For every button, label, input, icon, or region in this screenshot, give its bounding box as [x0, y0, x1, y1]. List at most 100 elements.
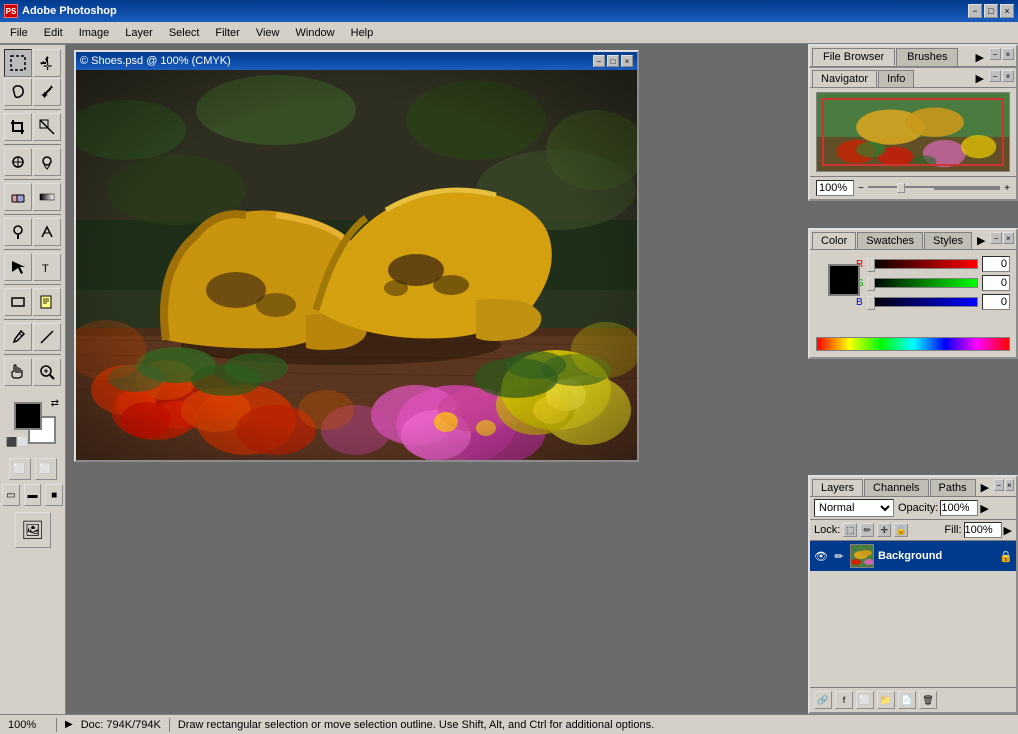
tool-dodge[interactable]	[4, 218, 32, 246]
tool-healing[interactable]	[4, 148, 32, 176]
navigator-close[interactable]: ×	[1002, 70, 1014, 82]
quick-mask-btn[interactable]: ⬜	[35, 458, 57, 480]
layers-minimize[interactable]: −	[994, 479, 1003, 491]
lock-all-btn[interactable]: 🔒	[894, 523, 908, 537]
layer-delete-btn[interactable]: 🗑	[919, 691, 937, 709]
tool-magic-wand[interactable]: ✦	[33, 78, 61, 106]
zoom-out-btn[interactable]: −	[858, 183, 864, 194]
menu-file[interactable]: File	[2, 25, 36, 41]
fill-arrow[interactable]: ▶	[1004, 524, 1012, 537]
navigator-menu[interactable]: ▶	[972, 70, 988, 87]
layers-menu[interactable]: ▶	[977, 479, 993, 496]
navigator-minimize[interactable]: −	[989, 70, 1001, 82]
full-screen-btn[interactable]: ■	[45, 484, 63, 506]
jump-imageready-btn[interactable]: 🖼	[15, 512, 51, 548]
tool-text[interactable]: T	[33, 253, 61, 281]
g-value[interactable]: 0	[982, 275, 1010, 291]
tool-gradient[interactable]	[33, 183, 61, 211]
tool-eyedropper[interactable]	[4, 323, 32, 351]
lock-pixels-btn[interactable]: ✏	[860, 523, 874, 537]
swap-colors-btn[interactable]: ⇄	[51, 398, 59, 409]
top-panel-minimize[interactable]: −	[989, 48, 1001, 60]
layer-edit-icon[interactable]: ✏	[832, 549, 846, 563]
menu-select[interactable]: Select	[161, 25, 208, 41]
layer-visibility-icon[interactable]: 👁	[814, 549, 828, 563]
minimize-button[interactable]: −	[968, 4, 982, 18]
tab-paths[interactable]: Paths	[930, 479, 976, 496]
blend-mode-select[interactable]: Normal Multiply Screen	[814, 499, 894, 517]
foreground-swatch[interactable]	[828, 264, 860, 296]
tool-crop[interactable]	[4, 113, 32, 141]
tool-path-selection[interactable]	[4, 253, 32, 281]
tab-navigator[interactable]: Navigator	[812, 70, 877, 87]
layers-close[interactable]: ×	[1005, 479, 1014, 491]
tool-marquee-rect[interactable]	[4, 49, 32, 77]
doc-maximize-btn[interactable]: □	[607, 55, 619, 67]
status-doc-icon[interactable]: ▶	[65, 719, 73, 730]
tool-hand[interactable]	[4, 358, 32, 386]
doc-close-btn[interactable]: ×	[621, 55, 633, 67]
tool-eraser[interactable]	[4, 183, 32, 211]
top-panel-close[interactable]: ×	[1002, 48, 1014, 60]
menu-window[interactable]: Window	[288, 25, 343, 41]
opacity-input[interactable]	[940, 500, 978, 516]
layer-style-btn[interactable]: f	[835, 691, 853, 709]
tab-brushes[interactable]: Brushes	[896, 48, 958, 66]
menu-help[interactable]: Help	[343, 25, 382, 41]
tab-info[interactable]: Info	[878, 70, 914, 87]
tab-styles[interactable]: Styles	[924, 232, 972, 249]
menu-layer[interactable]: Layer	[117, 25, 161, 41]
menu-image[interactable]: Image	[71, 25, 118, 41]
r-value[interactable]: 0	[982, 256, 1010, 272]
fill-input[interactable]	[964, 522, 1002, 538]
r-slider-row: R 0	[856, 256, 1010, 272]
lock-transparent-btn[interactable]: ⬚	[843, 523, 857, 537]
b-value[interactable]: 0	[982, 294, 1010, 310]
tab-swatches[interactable]: Swatches	[857, 232, 923, 249]
standard-mode-btn[interactable]: ⬜	[9, 458, 31, 480]
b-slider[interactable]	[870, 297, 978, 307]
color-close[interactable]: ×	[1003, 232, 1014, 244]
layer-mask-btn[interactable]: ⬜	[856, 691, 874, 709]
maximize-button[interactable]: □	[984, 4, 998, 18]
menu-view[interactable]: View	[248, 25, 288, 41]
opacity-arrow[interactable]: ▶	[980, 502, 988, 515]
tool-clone[interactable]	[33, 148, 61, 176]
tool-shape[interactable]	[4, 288, 32, 316]
top-panel-menu[interactable]: ▶	[972, 48, 988, 66]
color-minimize[interactable]: −	[990, 232, 1001, 244]
standard-screen-btn[interactable]: ▭	[2, 484, 20, 506]
tab-layers[interactable]: Layers	[812, 479, 863, 496]
color-tab-bar: Color Swatches Styles ▶ − ×	[810, 230, 1016, 250]
reset-colors-btn[interactable]: ⬛⬜	[6, 437, 28, 448]
tool-measure[interactable]	[33, 323, 61, 351]
tool-notes[interactable]	[33, 288, 61, 316]
tab-color[interactable]: Color	[812, 232, 856, 249]
color-menu[interactable]: ▶	[973, 232, 989, 249]
tool-pen[interactable]	[33, 218, 61, 246]
color-spectrum[interactable]	[816, 337, 1010, 351]
zoom-input[interactable]	[816, 180, 854, 196]
close-button[interactable]: ×	[1000, 4, 1014, 18]
zoom-slider[interactable]	[868, 186, 1000, 190]
layer-new-btn[interactable]: 📄	[898, 691, 916, 709]
layer-group-btn[interactable]: 📁	[877, 691, 895, 709]
tab-channels[interactable]: Channels	[864, 479, 928, 496]
tool-move[interactable]: ✛	[33, 49, 61, 77]
foreground-color-swatch[interactable]	[14, 402, 42, 430]
tool-slice[interactable]	[33, 113, 61, 141]
menu-filter[interactable]: Filter	[207, 25, 247, 41]
mode-buttons: ⬜ ⬜	[0, 456, 65, 482]
layer-background[interactable]: 👁 ✏ Background 🔒	[810, 541, 1016, 571]
g-slider[interactable]	[870, 278, 978, 288]
full-screen-menu-btn[interactable]: ▬	[24, 484, 42, 506]
lock-position-btn[interactable]: ✛	[877, 523, 891, 537]
doc-minimize-btn[interactable]: −	[593, 55, 605, 67]
tab-file-browser[interactable]: File Browser	[812, 48, 895, 66]
zoom-in-btn[interactable]: +	[1004, 183, 1010, 194]
menu-edit[interactable]: Edit	[36, 25, 71, 41]
layer-link-btn[interactable]: 🔗	[814, 691, 832, 709]
tool-zoom[interactable]	[33, 358, 61, 386]
r-slider[interactable]	[870, 259, 978, 269]
tool-lasso[interactable]	[4, 78, 32, 106]
